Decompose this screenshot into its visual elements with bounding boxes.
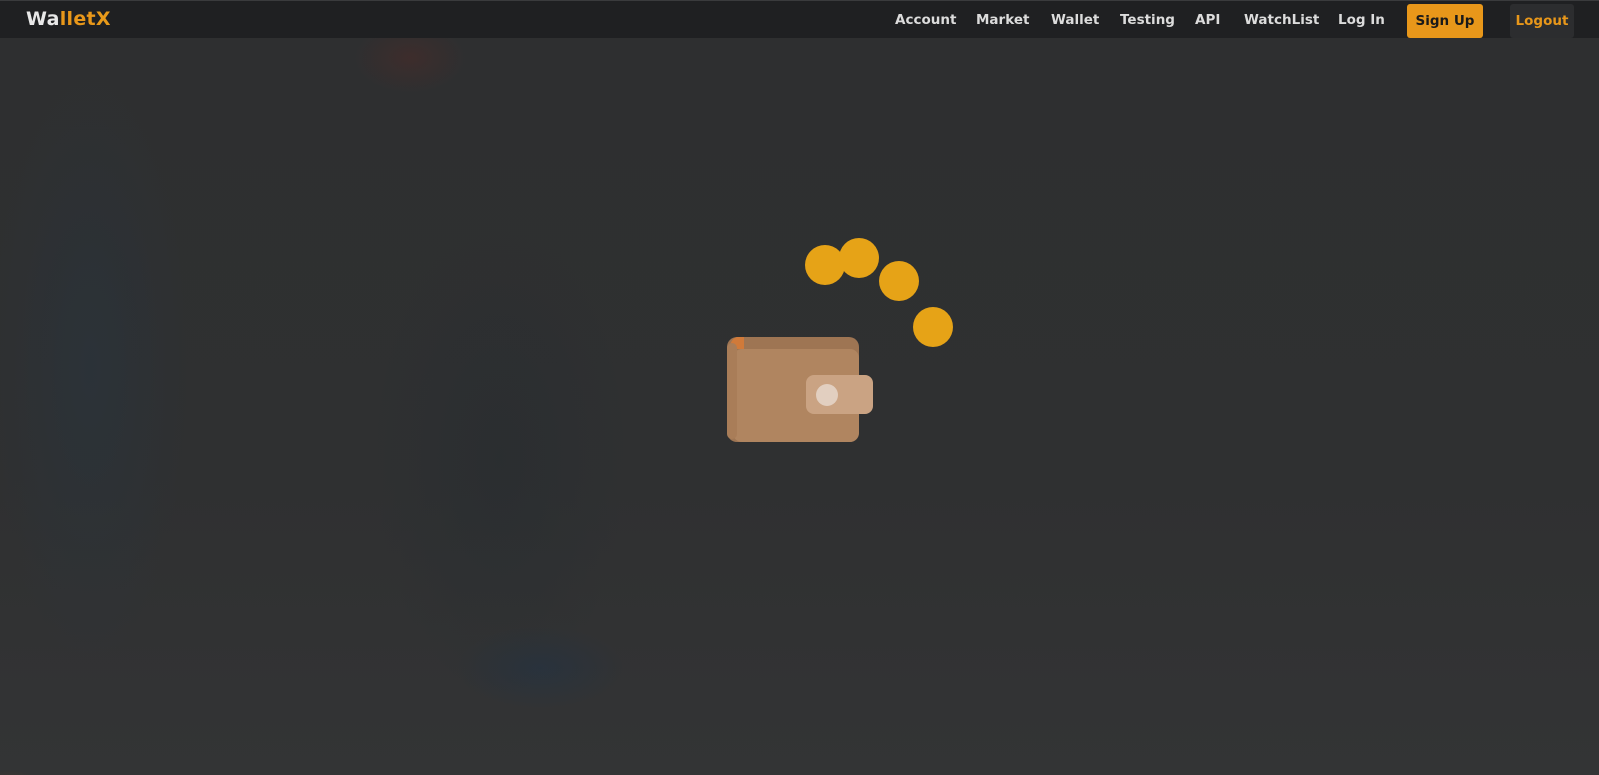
nav-watchlist[interactable]: WatchList <box>1244 12 1319 28</box>
nav-wallet[interactable]: Wallet <box>1051 12 1099 28</box>
wallet-edge <box>727 343 737 439</box>
top-navbar: WalletX Account Market Wallet Testing AP… <box>0 0 1599 38</box>
page: WalletX Account Market Wallet Testing AP… <box>0 0 1599 775</box>
nav-testing[interactable]: Testing <box>1120 12 1175 28</box>
brand-prefix: Wa <box>26 8 60 30</box>
wallet-loading-animation <box>700 225 960 455</box>
logout-button[interactable]: Logout <box>1510 4 1574 38</box>
coin-3 <box>879 261 919 301</box>
coin-1 <box>805 245 845 285</box>
nav-api[interactable]: API <box>1195 12 1220 28</box>
coin-4 <box>913 307 953 347</box>
coin-2 <box>839 238 879 278</box>
nav-account[interactable]: Account <box>895 12 956 28</box>
signup-button[interactable]: Sign Up <box>1407 4 1483 38</box>
wallet-coins-loading-icon <box>727 238 953 442</box>
brand-logo[interactable]: WalletX <box>26 8 111 30</box>
wallet-clasp-button <box>816 384 838 406</box>
nav-market[interactable]: Market <box>976 12 1029 28</box>
brand-suffix: X <box>95 8 111 30</box>
nav-login[interactable]: Log In <box>1338 12 1385 28</box>
brand-middle: llet <box>59 8 96 30</box>
